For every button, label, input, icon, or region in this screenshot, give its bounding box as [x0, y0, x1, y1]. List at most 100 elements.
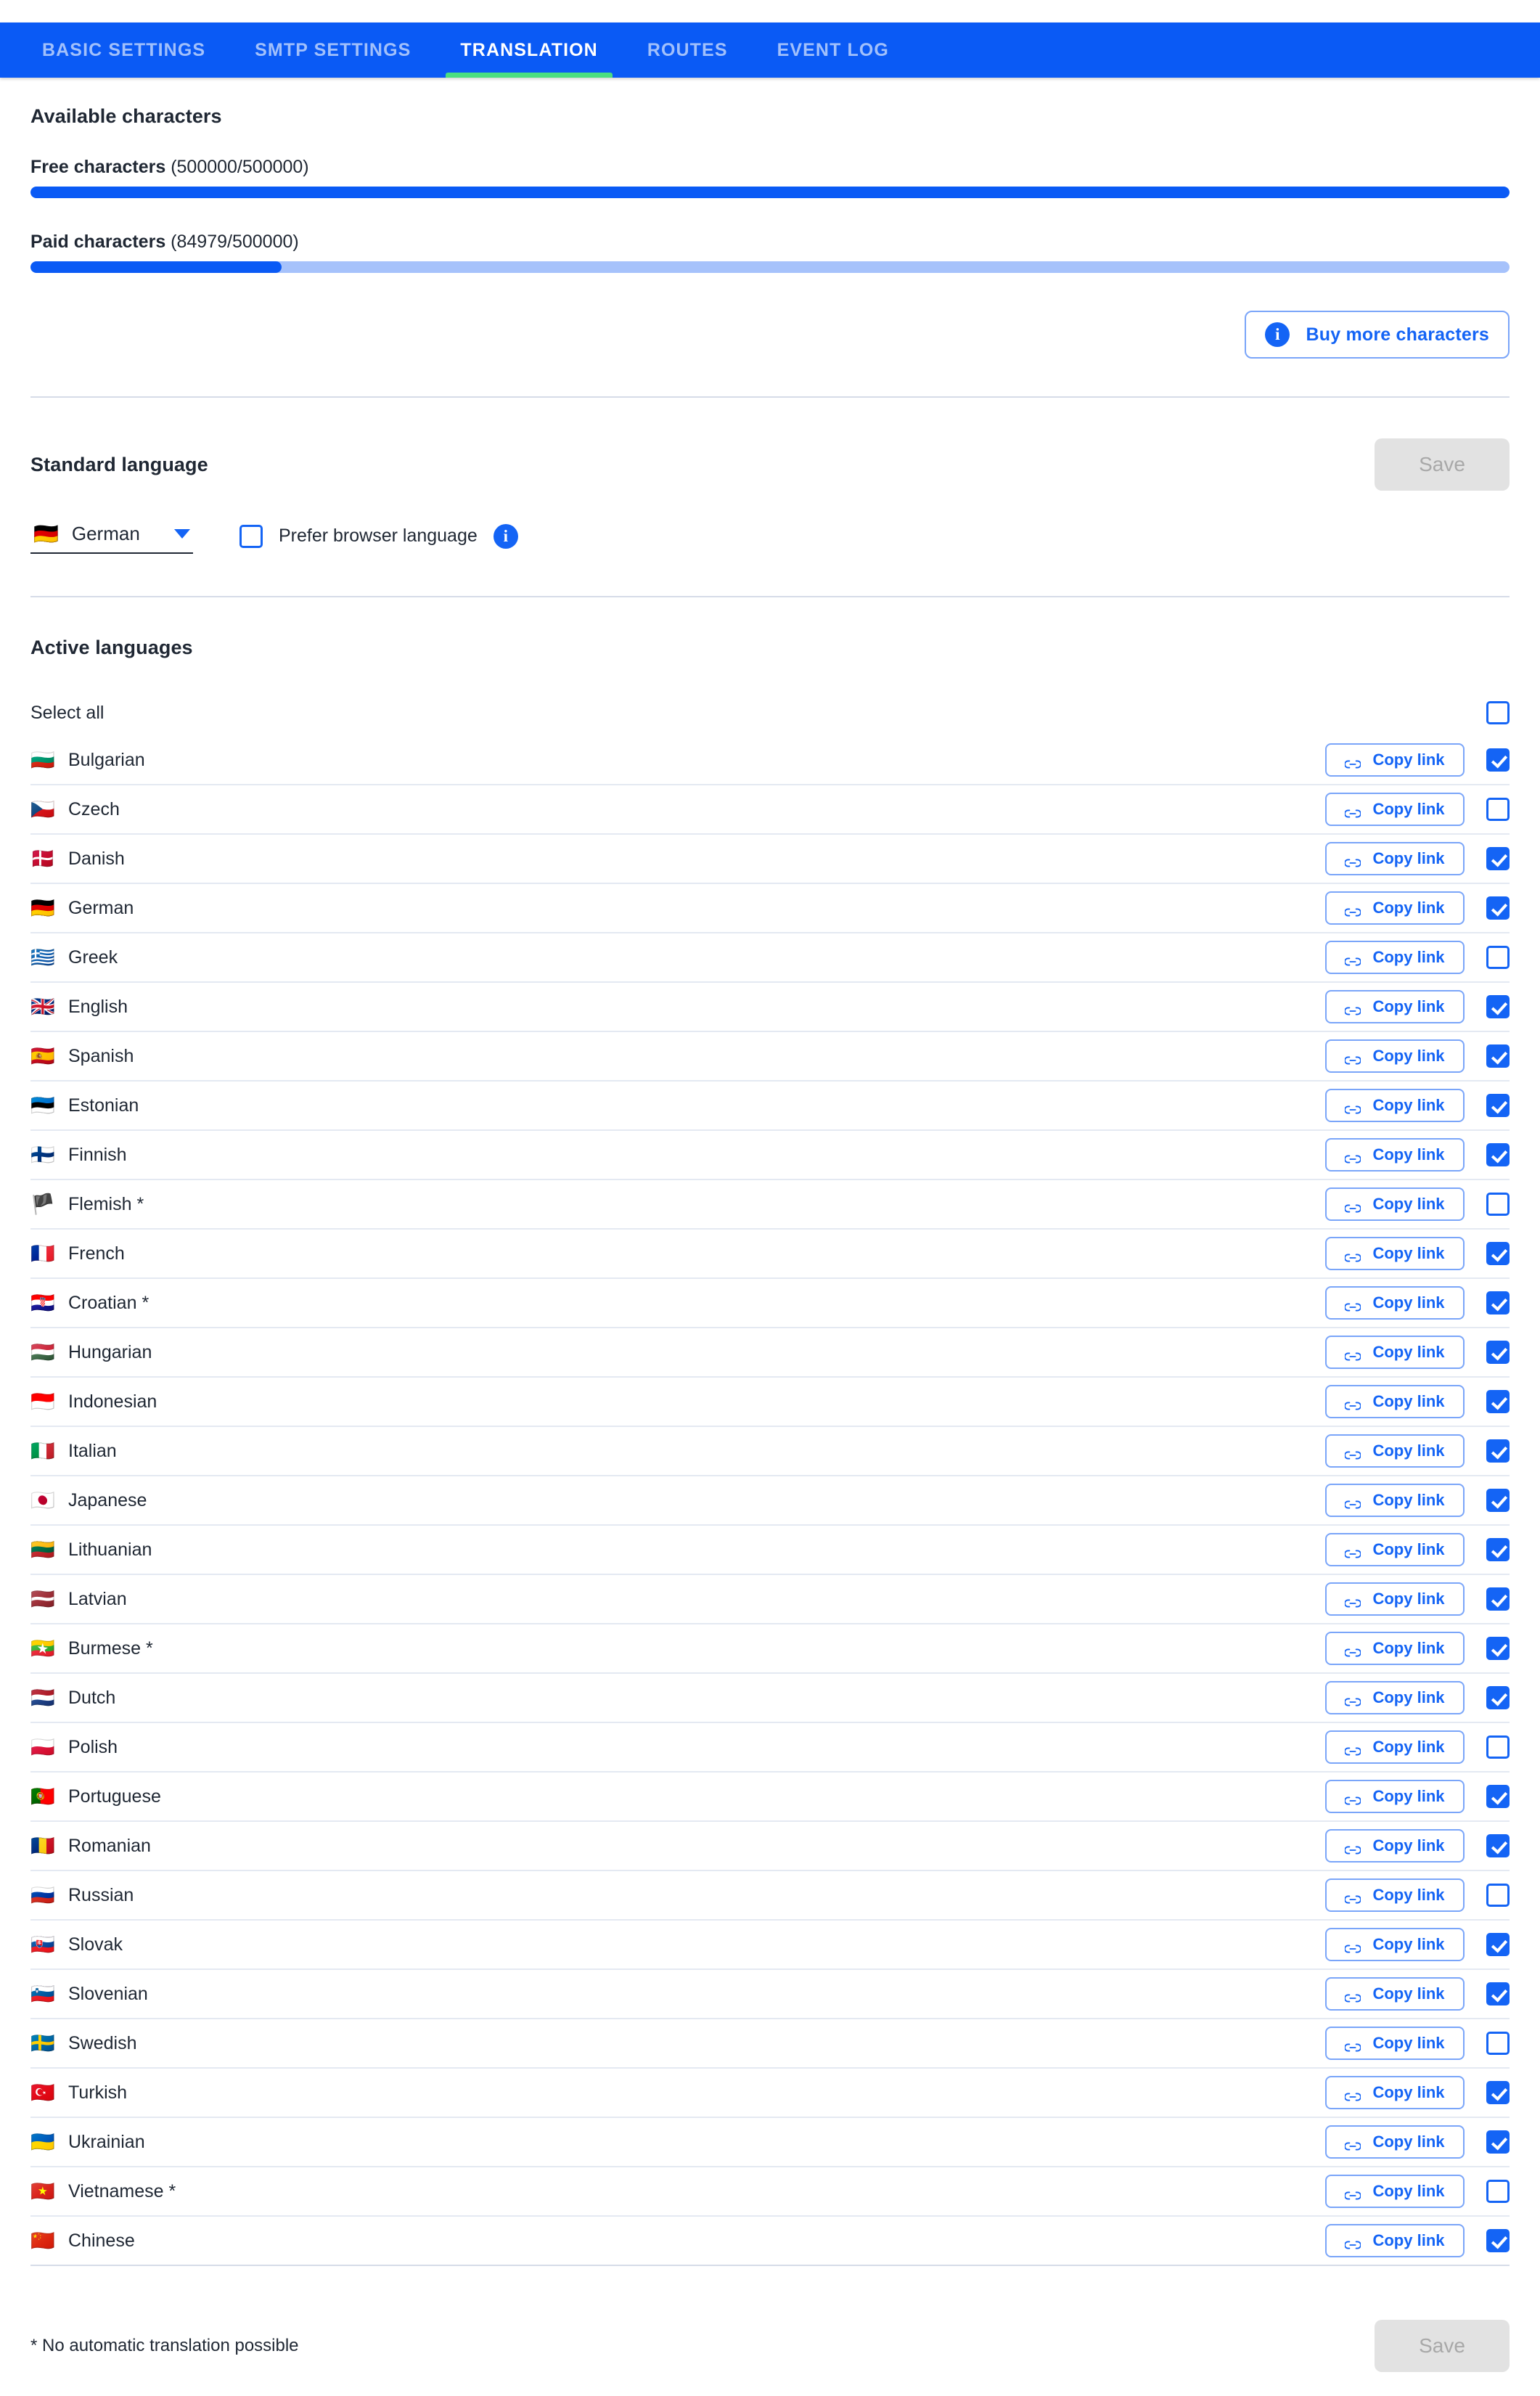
- link-icon: [1344, 1989, 1362, 2003]
- language-enabled-checkbox[interactable]: [1486, 1439, 1510, 1463]
- language-enabled-checkbox[interactable]: [1486, 748, 1510, 772]
- language-enabled-checkbox[interactable]: [1486, 1143, 1510, 1166]
- language-enabled-checkbox[interactable]: [1486, 2032, 1510, 2055]
- language-enabled-checkbox[interactable]: [1486, 1341, 1510, 1364]
- language-enabled-checkbox[interactable]: [1486, 1291, 1510, 1314]
- prefer-browser-language-label: Prefer browser language: [279, 526, 478, 546]
- language-row: 🇧🇬 Bulgarian Copy link: [30, 736, 1510, 785]
- flag-icon: 🏴: [30, 1193, 55, 1215]
- select-all-checkbox[interactable]: [1486, 701, 1510, 724]
- available-characters-section: Available characters: [30, 105, 1510, 128]
- language-name: Dutch: [68, 1687, 116, 1708]
- language-enabled-checkbox[interactable]: [1486, 1933, 1510, 1956]
- language-name: Swedish: [68, 2032, 137, 2053]
- language-enabled-checkbox[interactable]: [1486, 946, 1510, 969]
- tab-routes[interactable]: ROUTES: [623, 23, 753, 78]
- language-rows-container: 🇧🇬 Bulgarian Copy link 🇨🇿 Czech Copy link 🇩🇰 Da…: [30, 736, 1510, 2266]
- copy-link-button[interactable]: Copy link: [1325, 1138, 1465, 1172]
- language-enabled-checkbox[interactable]: [1486, 2229, 1510, 2252]
- language-enabled-checkbox[interactable]: [1486, 1094, 1510, 1117]
- copy-link-button[interactable]: Copy link: [1325, 793, 1465, 826]
- active-languages-list: Select all 🇧🇬 Bulgarian Copy link 🇨🇿 Czech Co…: [30, 690, 1510, 2266]
- standard-language-header-row: Standard language Save: [30, 438, 1510, 491]
- language-enabled-checkbox[interactable]: [1486, 2130, 1510, 2154]
- tab-smtp-settings[interactable]: SMTP SETTINGS: [230, 23, 435, 78]
- copy-link-button[interactable]: Copy link: [1325, 1237, 1465, 1270]
- language-enabled-checkbox[interactable]: [1486, 1390, 1510, 1413]
- language-enabled-checkbox[interactable]: [1486, 847, 1510, 870]
- language-enabled-checkbox[interactable]: [1486, 995, 1510, 1018]
- tab-basic-settings[interactable]: BASIC SETTINGS: [17, 23, 230, 78]
- language-enabled-checkbox[interactable]: [1486, 1489, 1510, 1512]
- copy-link-button[interactable]: Copy link: [1325, 1977, 1465, 2011]
- tab-translation[interactable]: TRANSLATION: [435, 23, 622, 78]
- flag-icon: 🇱🇻: [30, 1587, 55, 1610]
- flag-icon: 🇨🇳: [30, 2229, 55, 2252]
- language-name: Croatian *: [68, 1292, 150, 1313]
- copy-link-button[interactable]: Copy link: [1325, 1780, 1465, 1813]
- copy-link-button[interactable]: Copy link: [1325, 2027, 1465, 2060]
- language-enabled-checkbox[interactable]: [1486, 1834, 1510, 1857]
- language-row: 🇬🇧 English Copy link: [30, 983, 1510, 1032]
- copy-link-button[interactable]: Copy link: [1325, 1039, 1465, 1073]
- copy-link-button[interactable]: Copy link: [1325, 1286, 1465, 1320]
- language-enabled-checkbox[interactable]: [1486, 2180, 1510, 2203]
- free-characters-progressbar: [30, 187, 1510, 198]
- prefer-browser-language-checkbox[interactable]: [239, 524, 263, 548]
- link-icon: [1344, 1002, 1362, 1015]
- tab-event-log[interactable]: EVENT LOG: [753, 23, 914, 78]
- copy-link-button[interactable]: Copy link: [1325, 990, 1465, 1023]
- copy-link-button[interactable]: Copy link: [1325, 941, 1465, 974]
- language-enabled-checkbox[interactable]: [1486, 1538, 1510, 1561]
- copy-link-button[interactable]: Copy link: [1325, 1089, 1465, 1122]
- language-name: Hungarian: [68, 1341, 152, 1362]
- language-enabled-checkbox[interactable]: [1486, 1884, 1510, 1907]
- copy-link-button[interactable]: Copy link: [1325, 1385, 1465, 1418]
- copy-link-button[interactable]: Copy link: [1325, 891, 1465, 925]
- info-icon[interactable]: i: [493, 523, 518, 549]
- copy-link-button[interactable]: Copy link: [1325, 1829, 1465, 1863]
- language-enabled-checkbox[interactable]: [1486, 798, 1510, 821]
- language-enabled-checkbox[interactable]: [1486, 1785, 1510, 1808]
- link-icon: [1344, 1347, 1362, 1361]
- copy-link-label: Copy link: [1372, 948, 1445, 966]
- copy-link-button[interactable]: Copy link: [1325, 2175, 1465, 2208]
- copy-link-button[interactable]: Copy link: [1325, 743, 1465, 777]
- copy-link-button[interactable]: Copy link: [1325, 1484, 1465, 1517]
- language-name: Flemish *: [68, 1193, 144, 1214]
- language-enabled-checkbox[interactable]: [1486, 1637, 1510, 1660]
- standard-language-select[interactable]: 🇩🇪 German: [30, 518, 193, 554]
- copy-link-button[interactable]: Copy link: [1325, 1582, 1465, 1616]
- copy-link-button[interactable]: Copy link: [1325, 1681, 1465, 1714]
- standard-language-save-button[interactable]: Save: [1375, 438, 1510, 491]
- copy-link-button[interactable]: Copy link: [1325, 1928, 1465, 1961]
- translation-footnote: * No automatic translation possible: [30, 2336, 299, 2355]
- language-enabled-checkbox[interactable]: [1486, 1242, 1510, 1265]
- language-enabled-checkbox[interactable]: [1486, 1982, 1510, 2005]
- language-row: 🇻🇳 Vietnamese * Copy link: [30, 2167, 1510, 2217]
- language-enabled-checkbox[interactable]: [1486, 1044, 1510, 1068]
- link-icon: [1344, 1643, 1362, 1657]
- copy-link-button[interactable]: Copy link: [1325, 2224, 1465, 2257]
- copy-link-button[interactable]: Copy link: [1325, 1878, 1465, 1912]
- copy-link-label: Copy link: [1372, 1935, 1445, 1953]
- copy-link-button[interactable]: Copy link: [1325, 1533, 1465, 1566]
- info-icon: i: [1265, 322, 1290, 347]
- copy-link-button[interactable]: Copy link: [1325, 1632, 1465, 1665]
- language-enabled-checkbox[interactable]: [1486, 1193, 1510, 1216]
- copy-link-button[interactable]: Copy link: [1325, 1336, 1465, 1369]
- language-enabled-checkbox[interactable]: [1486, 1686, 1510, 1709]
- language-enabled-checkbox[interactable]: [1486, 896, 1510, 920]
- language-enabled-checkbox[interactable]: [1486, 1587, 1510, 1611]
- language-name: Danish: [68, 848, 125, 869]
- copy-link-button[interactable]: Copy link: [1325, 1730, 1465, 1764]
- copy-link-button[interactable]: Copy link: [1325, 1187, 1465, 1221]
- active-languages-save-button[interactable]: Save: [1375, 2320, 1510, 2372]
- copy-link-button[interactable]: Copy link: [1325, 842, 1465, 875]
- language-enabled-checkbox[interactable]: [1486, 1735, 1510, 1759]
- copy-link-button[interactable]: Copy link: [1325, 2125, 1465, 2159]
- language-enabled-checkbox[interactable]: [1486, 2081, 1510, 2104]
- copy-link-button[interactable]: Copy link: [1325, 1434, 1465, 1468]
- buy-more-characters-button[interactable]: i Buy more characters: [1245, 311, 1510, 359]
- copy-link-button[interactable]: Copy link: [1325, 2076, 1465, 2109]
